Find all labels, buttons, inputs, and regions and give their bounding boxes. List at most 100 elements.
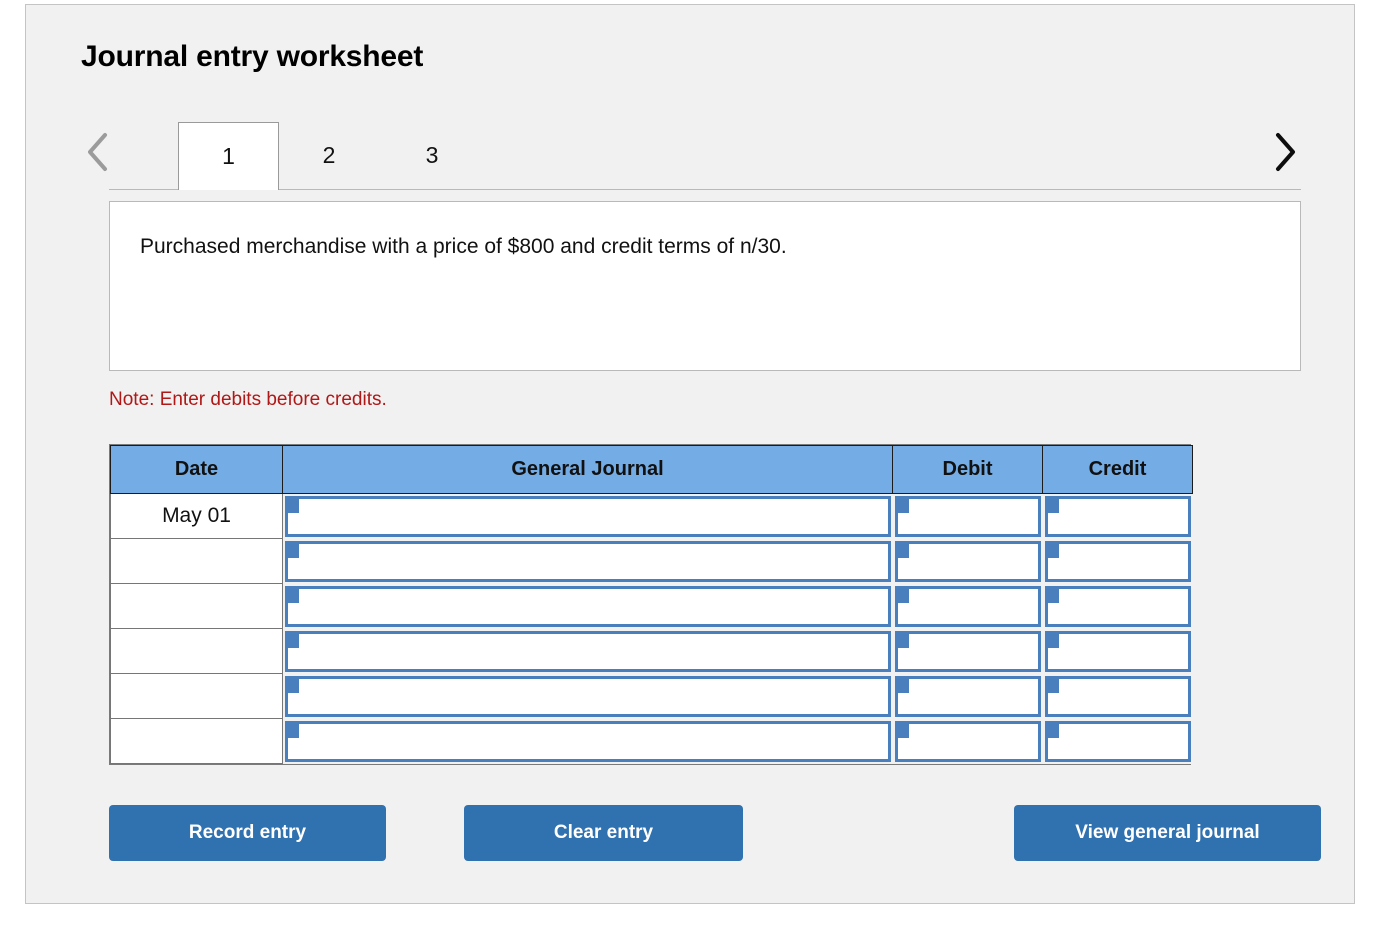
general-journal-cell[interactable] (282, 628, 893, 674)
page-title: Journal entry worksheet (81, 40, 424, 73)
tab-1[interactable]: 1 (178, 122, 279, 190)
dropdown-marker-icon (1047, 678, 1059, 693)
debit-cell-input[interactable] (894, 585, 1041, 627)
table-row (110, 628, 1193, 674)
tab-3[interactable]: 3 (396, 122, 468, 188)
credit-cell-value (1068, 634, 1180, 669)
column-header-general-journal: General Journal (282, 445, 893, 494)
date-cell[interactable] (110, 583, 283, 629)
dropdown-marker-icon (1047, 499, 1059, 513)
dropdown-marker-icon (288, 633, 299, 648)
debit-cell-input[interactable] (894, 540, 1041, 582)
date-cell[interactable] (110, 718, 283, 764)
debit-cell-input[interactable] (894, 675, 1041, 717)
table-body: May 01 (110, 493, 1193, 764)
debit-cell[interactable] (892, 493, 1043, 539)
credit-cell-value (1068, 499, 1180, 534)
debit-cell-value (918, 634, 1030, 669)
general-journal-cell[interactable] (282, 583, 893, 629)
dropdown-marker-icon (288, 499, 299, 513)
dropdown-marker-icon (897, 723, 909, 738)
general-journal-cell-value (308, 544, 880, 579)
credit-cell-input[interactable] (1044, 585, 1191, 627)
general-journal-cell-input[interactable] (285, 496, 891, 537)
credit-cell-input[interactable] (1044, 720, 1191, 762)
general-journal-cell-value (308, 679, 880, 714)
general-journal-cell[interactable] (282, 493, 893, 539)
credit-cell-value (1068, 724, 1180, 759)
dropdown-marker-icon (1047, 723, 1059, 738)
dropdown-marker-icon (897, 499, 909, 513)
debit-cell-input[interactable] (894, 630, 1041, 672)
debit-cell[interactable] (892, 583, 1043, 629)
transaction-description-box: Purchased merchandise with a price of $8… (109, 201, 1301, 371)
credit-cell[interactable] (1042, 538, 1193, 584)
date-cell[interactable]: May 01 (110, 493, 283, 539)
general-journal-cell-input[interactable] (285, 720, 891, 762)
credit-cell-input[interactable] (1044, 630, 1191, 672)
next-page-button[interactable] (1267, 127, 1301, 177)
credit-cell[interactable] (1042, 718, 1193, 764)
dropdown-marker-icon (1047, 588, 1059, 603)
view-general-journal-button[interactable]: View general journal (1014, 805, 1321, 861)
credit-cell-input[interactable] (1044, 496, 1191, 537)
table-row (110, 538, 1193, 584)
credit-cell[interactable] (1042, 583, 1193, 629)
tab-2[interactable]: 2 (293, 122, 365, 188)
general-journal-cell-input[interactable] (285, 540, 891, 582)
clear-entry-button[interactable]: Clear entry (464, 805, 743, 861)
tab-1-label: 1 (222, 143, 235, 169)
table-row (110, 673, 1193, 719)
prev-page-button[interactable] (81, 127, 115, 177)
debits-before-credits-note: Note: Enter debits before credits. (109, 389, 387, 410)
table-row (110, 583, 1193, 629)
dropdown-marker-icon (897, 678, 909, 693)
general-journal-cell[interactable] (282, 673, 893, 719)
general-journal-cell-input[interactable] (285, 585, 891, 627)
transaction-description-text: Purchased merchandise with a price of $8… (140, 235, 787, 258)
general-journal-cell[interactable] (282, 718, 893, 764)
record-entry-button[interactable]: Record entry (109, 805, 386, 861)
dropdown-marker-icon (288, 543, 299, 558)
debit-cell-value (918, 589, 1030, 624)
debit-cell-value (918, 724, 1030, 759)
column-header-debit: Debit (892, 445, 1043, 494)
dropdown-marker-icon (897, 588, 909, 603)
debit-cell[interactable] (892, 538, 1043, 584)
credit-cell[interactable] (1042, 628, 1193, 674)
dropdown-marker-icon (897, 543, 909, 558)
general-journal-cell-value (308, 724, 880, 759)
credit-cell[interactable] (1042, 493, 1193, 539)
general-journal-cell-input[interactable] (285, 675, 891, 717)
dropdown-marker-icon (1047, 543, 1059, 558)
general-journal-cell-value (308, 499, 880, 534)
worksheet-panel: Journal entry worksheet 1 2 3 Purchased … (25, 4, 1355, 904)
date-cell[interactable] (110, 628, 283, 674)
date-cell[interactable] (110, 538, 283, 584)
debit-cell-value (918, 499, 1030, 534)
debit-cell-input[interactable] (894, 496, 1041, 537)
credit-cell-value (1068, 589, 1180, 624)
debit-cell[interactable] (892, 718, 1043, 764)
debit-cell[interactable] (892, 673, 1043, 719)
debit-cell[interactable] (892, 628, 1043, 674)
column-header-date: Date (110, 445, 283, 494)
date-cell[interactable] (110, 673, 283, 719)
debit-cell-value (918, 679, 1030, 714)
dropdown-marker-icon (897, 633, 909, 648)
chevron-right-icon (1271, 131, 1297, 173)
debit-cell-input[interactable] (894, 720, 1041, 762)
dropdown-marker-icon (288, 723, 299, 738)
column-header-credit: Credit (1042, 445, 1193, 494)
credit-cell[interactable] (1042, 673, 1193, 719)
credit-cell-value (1068, 679, 1180, 714)
credit-cell-input[interactable] (1044, 675, 1191, 717)
debit-cell-value (918, 544, 1030, 579)
general-journal-cell-input[interactable] (285, 630, 891, 672)
credit-cell-input[interactable] (1044, 540, 1191, 582)
dropdown-marker-icon (1047, 633, 1059, 648)
table-row: May 01 (110, 493, 1193, 539)
general-journal-cell[interactable] (282, 538, 893, 584)
tab-strip-divider (109, 189, 1301, 190)
chevron-left-icon (85, 131, 111, 173)
